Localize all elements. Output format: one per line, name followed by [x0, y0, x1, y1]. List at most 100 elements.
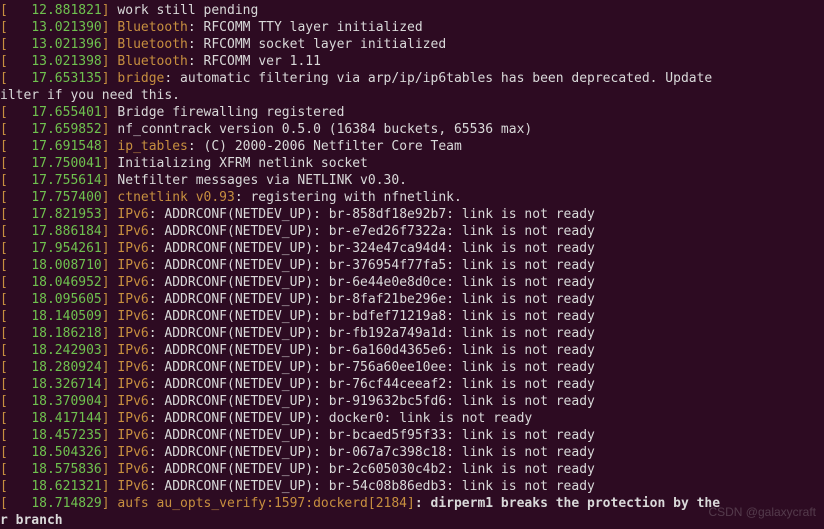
- bracket-open: [: [0, 309, 31, 324]
- log-category: IPv6: [117, 326, 148, 341]
- bracket-close: ]: [102, 224, 118, 239]
- log-category: IPv6: [117, 207, 148, 222]
- log-line: [ 17.750041] Initializing XFRM netlink s…: [0, 155, 824, 172]
- log-category: IPv6: [117, 479, 148, 494]
- log-category: ctnetlink v0.93: [117, 190, 234, 205]
- kernel-log-output: [ 12.881821] work still pending [ 13.0213…: [0, 2, 824, 529]
- bracket-close: ]: [102, 54, 118, 69]
- bracket-close: ]: [102, 37, 118, 52]
- log-category: IPv6: [117, 275, 148, 290]
- bracket-open: [: [0, 37, 31, 52]
- log-line: [ 18.417144] IPv6: ADDRCONF(NETDEV_UP): …: [0, 410, 824, 427]
- bracket-open: [: [0, 241, 31, 256]
- timestamp: 18.280924: [31, 360, 101, 375]
- bracket-close: ]: [102, 360, 118, 375]
- log-line: [ 17.954261] IPv6: ADDRCONF(NETDEV_UP): …: [0, 240, 824, 257]
- log-message: : RFCOMM ver 1.11: [188, 54, 321, 69]
- bracket-open: [: [0, 496, 31, 511]
- bracket-close: ]: [102, 445, 118, 460]
- timestamp: 13.021390: [31, 20, 101, 35]
- bracket-open: [: [0, 139, 31, 154]
- bracket-close: ]: [102, 411, 118, 426]
- log-category: IPv6: [117, 411, 148, 426]
- bracket-open: [: [0, 326, 31, 341]
- bracket-open: [: [0, 360, 31, 375]
- bracket-open: [: [0, 343, 31, 358]
- log-message: : ADDRCONF(NETDEV_UP): br-bdfef71219a8: …: [149, 309, 595, 324]
- log-line: [ 13.021398] Bluetooth: RFCOMM ver 1.11: [0, 53, 824, 70]
- timestamp: 17.653135: [31, 71, 101, 86]
- timestamp: 13.021398: [31, 54, 101, 69]
- bracket-open: [: [0, 462, 31, 477]
- log-line: [ 12.881821] work still pending: [0, 2, 824, 19]
- log-message: r branch: [0, 513, 63, 528]
- log-line: [ 13.021396] Bluetooth: RFCOMM socket la…: [0, 36, 824, 53]
- bracket-open: [: [0, 105, 31, 120]
- timestamp: 18.714829: [31, 496, 101, 511]
- log-message: : dirperm1 breaks the protection by the: [415, 496, 720, 511]
- bracket-open: [: [0, 428, 31, 443]
- log-line: [ 18.714829] aufs au_opts_verify:1597:do…: [0, 495, 824, 512]
- log-category: IPv6: [117, 360, 148, 375]
- timestamp: 17.757400: [31, 190, 101, 205]
- log-line: [ 18.140509] IPv6: ADDRCONF(NETDEV_UP): …: [0, 308, 824, 325]
- log-line: [ 17.655401] Bridge firewalling register…: [0, 104, 824, 121]
- log-category: IPv6: [117, 394, 148, 409]
- bracket-close: ]: [102, 258, 118, 273]
- bracket-open: [: [0, 275, 31, 290]
- log-message: : ADDRCONF(NETDEV_UP): docker0: link is …: [149, 411, 533, 426]
- log-category: Bluetooth: [117, 20, 187, 35]
- timestamp: 18.370904: [31, 394, 101, 409]
- bracket-close: ]: [102, 343, 118, 358]
- log-line: [ 18.370904] IPv6: ADDRCONF(NETDEV_UP): …: [0, 393, 824, 410]
- log-line: [ 18.575836] IPv6: ADDRCONF(NETDEV_UP): …: [0, 461, 824, 478]
- log-category: Bluetooth: [117, 54, 187, 69]
- log-category: IPv6: [117, 224, 148, 239]
- bracket-close: ]: [102, 326, 118, 341]
- log-message: : ADDRCONF(NETDEV_UP): br-54c08b86edb3: …: [149, 479, 595, 494]
- log-message: : ADDRCONF(NETDEV_UP): br-376954f77fa5: …: [149, 258, 595, 273]
- timestamp: 18.457235: [31, 428, 101, 443]
- bracket-open: [: [0, 71, 31, 86]
- timestamp: 17.954261: [31, 241, 101, 256]
- bracket-open: [: [0, 54, 31, 69]
- log-line: [ 17.755614] Netfilter messages via NETL…: [0, 172, 824, 189]
- log-message: : ADDRCONF(NETDEV_UP): br-6e44e0e8d0ce: …: [149, 275, 595, 290]
- log-message: : ADDRCONF(NETDEV_UP): br-bcaed5f95f33: …: [149, 428, 595, 443]
- bracket-open: [: [0, 258, 31, 273]
- log-category: IPv6: [117, 462, 148, 477]
- bracket-close: ]: [102, 71, 118, 86]
- log-category: IPv6: [117, 445, 148, 460]
- bracket-close: ]: [102, 479, 118, 494]
- log-line: [ 18.504326] IPv6: ADDRCONF(NETDEV_UP): …: [0, 444, 824, 461]
- bracket-open: [: [0, 479, 31, 494]
- log-message: ilter if you need this.: [0, 88, 180, 103]
- log-line: [ 17.659852] nf_conntrack version 0.5.0 …: [0, 121, 824, 138]
- timestamp: 18.046952: [31, 275, 101, 290]
- bracket-close: ]: [102, 156, 118, 171]
- timestamp: 12.881821: [31, 3, 101, 18]
- timestamp: 18.575836: [31, 462, 101, 477]
- log-message: : automatic filtering via arp/ip/ip6tabl…: [164, 71, 720, 86]
- log-message: : registering with nfnetlink.: [235, 190, 462, 205]
- log-message: : ADDRCONF(NETDEV_UP): br-6a160d4365e6: …: [149, 343, 595, 358]
- timestamp: 18.621321: [31, 479, 101, 494]
- log-message: Bridge firewalling registered: [117, 105, 344, 120]
- log-message: nf_conntrack version 0.5.0 (16384 bucket…: [117, 122, 532, 137]
- log-category: IPv6: [117, 292, 148, 307]
- log-message: : ADDRCONF(NETDEV_UP): br-fb192a749a1d: …: [149, 326, 595, 341]
- log-line: [ 18.046952] IPv6: ADDRCONF(NETDEV_UP): …: [0, 274, 824, 291]
- timestamp: 17.750041: [31, 156, 101, 171]
- log-message: : ADDRCONF(NETDEV_UP): br-324e47ca94d4: …: [149, 241, 595, 256]
- bracket-close: ]: [102, 173, 118, 188]
- log-line: [ 18.008710] IPv6: ADDRCONF(NETDEV_UP): …: [0, 257, 824, 274]
- bracket-close: ]: [102, 428, 118, 443]
- bracket-open: [: [0, 173, 31, 188]
- log-message: : ADDRCONF(NETDEV_UP): br-756a60ee10ee: …: [149, 360, 595, 375]
- log-line: [ 18.280924] IPv6: ADDRCONF(NETDEV_UP): …: [0, 359, 824, 376]
- log-category: IPv6: [117, 377, 148, 392]
- timestamp: 18.326714: [31, 377, 101, 392]
- log-message: : RFCOMM TTY layer initialized: [188, 20, 423, 35]
- log-message: : ADDRCONF(NETDEV_UP): br-2c605030c4b2: …: [149, 462, 595, 477]
- log-line: r branch: [0, 512, 824, 529]
